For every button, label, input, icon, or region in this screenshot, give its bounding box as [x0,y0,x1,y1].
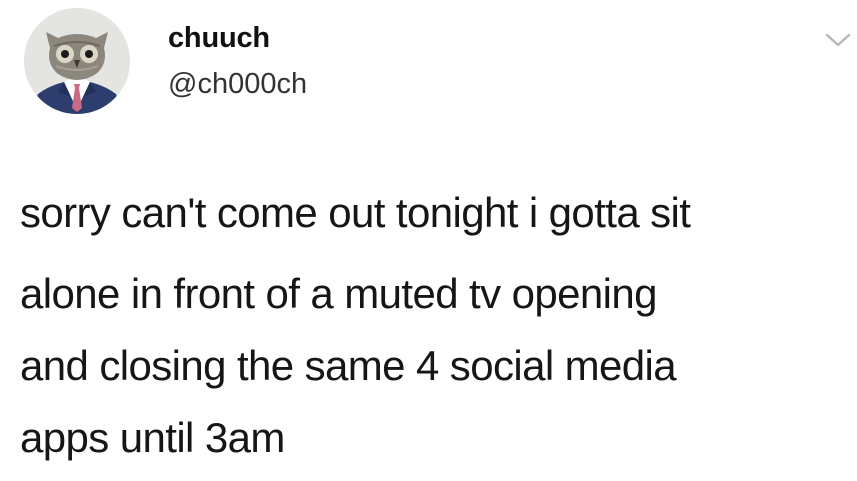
tweet-text: sorry can't come out tonight i gotta sit… [20,188,850,474]
tweet-text-line: sorry can't come out tonight i gotta sit [20,189,691,236]
tweet-text-line: apps until 3am [20,414,285,461]
avatar[interactable] [24,8,130,114]
user-handle[interactable]: @ch000ch [168,66,307,102]
tweet-text-line: alone in front of a muted tv opening [20,270,657,317]
tweet-text-line: and closing the same 4 social media [20,342,677,389]
chevron-down-icon [825,33,851,47]
tweet-menu-button[interactable] [824,30,852,50]
tweet-card: chuuch @ch000ch sorry can't come out ton… [0,0,857,481]
owl-avatar-icon [24,8,130,114]
display-name[interactable]: chuuch [168,20,270,56]
